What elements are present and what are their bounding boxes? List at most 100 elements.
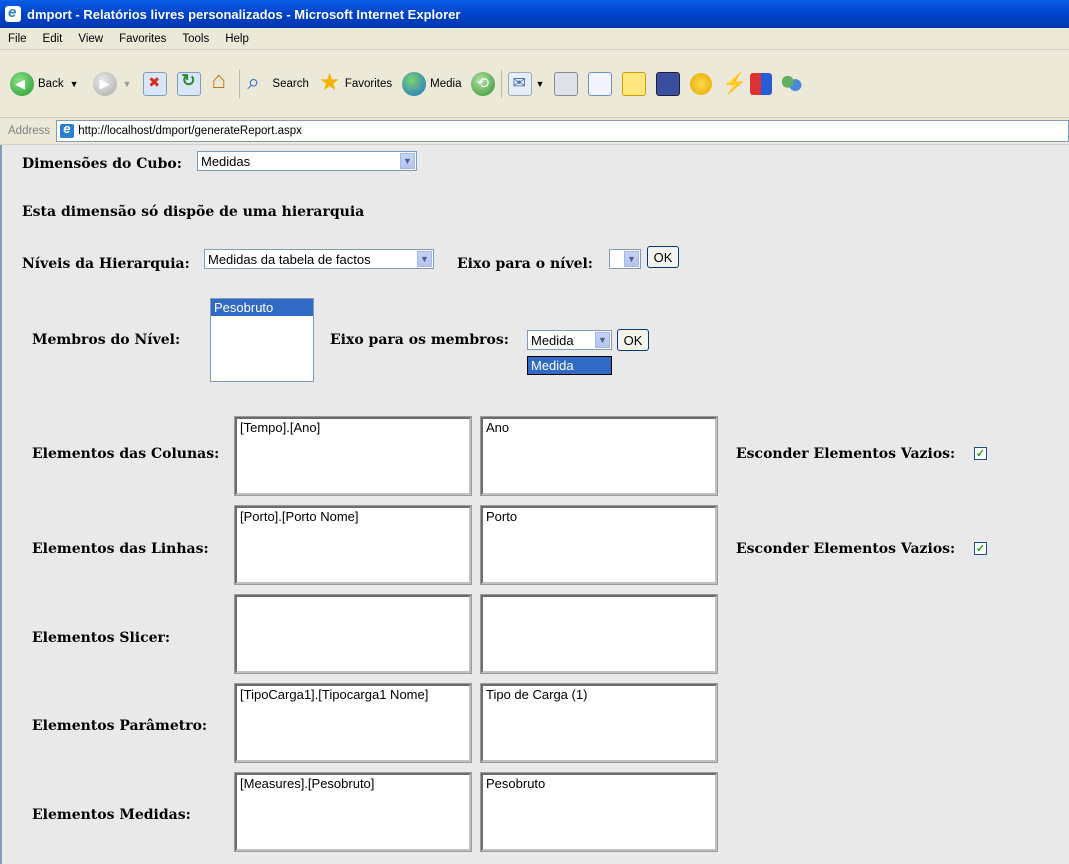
address-input[interactable]: http://localhost/dmport/generateReport.a… — [56, 120, 1069, 142]
ok-nivel-button[interactable]: OK — [647, 246, 679, 268]
ie-icon — [5, 4, 21, 22]
medidas-caption-textarea[interactable]: Pesobruto — [480, 772, 718, 852]
forward-button[interactable]: ▼ — [92, 64, 132, 104]
note-icon — [622, 71, 647, 96]
favorites-button[interactable]: Favorites — [319, 64, 392, 104]
mail-icon — [508, 71, 533, 96]
edit-button[interactable] — [588, 64, 613, 104]
menu-view[interactable]: View — [70, 33, 111, 45]
address-url: http://localhost/dmport/generateReport.a… — [78, 125, 302, 137]
back-button[interactable]: Back ▼ — [10, 64, 79, 104]
dimensoes-select-value: Medidas — [201, 153, 251, 169]
people-icon — [780, 72, 803, 95]
colunas-dimension-textarea[interactable]: [Tempo].[Ano] — [234, 416, 472, 496]
dropdown-option[interactable]: Medida — [528, 357, 611, 374]
lightning-icon — [720, 71, 747, 96]
hierarchy-info-text: Esta dimensão só dispõe de uma hierarqui… — [22, 204, 365, 220]
chevron-down-icon: ▼ — [400, 153, 415, 169]
chevron-down-icon[interactable]: ▼ — [70, 79, 79, 89]
window-title-bar: dmport - Relatórios livres personalizado… — [0, 0, 1069, 28]
linhas-caption-textarea[interactable]: Porto — [480, 505, 718, 585]
search-button[interactable]: Search — [246, 64, 308, 104]
niveis-select[interactable]: Medidas da tabela de factos ▼ — [204, 249, 434, 269]
list-item[interactable]: Pesobruto — [211, 299, 313, 316]
eixo-membros-select-value: Medida — [531, 332, 574, 348]
menu-bar: File Edit View Favorites Tools Help — [0, 28, 1069, 50]
messenger-button[interactable] — [656, 64, 681, 104]
history-icon — [471, 71, 496, 96]
linhas-dimension-textarea[interactable]: [Porto].[Porto Nome] — [234, 505, 472, 585]
print-button[interactable] — [554, 64, 579, 104]
colunas-caption-textarea[interactable]: Ano — [480, 416, 718, 496]
membros-listbox[interactable]: Pesobruto — [210, 298, 314, 382]
bolt-button[interactable] — [720, 64, 747, 104]
refresh-icon — [177, 71, 202, 96]
printer-icon — [554, 71, 579, 96]
toolbar: Back ▼ ▼ Search Favorites Media ▼ — [0, 50, 1069, 118]
people-button[interactable] — [780, 64, 803, 104]
messenger-icon — [656, 71, 681, 96]
parametro-caption-textarea[interactable]: Tipo de Carga (1) — [480, 683, 718, 763]
refresh-button[interactable] — [177, 64, 202, 104]
address-label: Address — [8, 125, 51, 137]
linhas-label: Elementos das Linhas: — [32, 541, 209, 557]
search-icon — [246, 69, 268, 95]
eixo-nivel-select[interactable]: ▼ — [609, 249, 641, 269]
home-button[interactable] — [211, 64, 233, 104]
medidas-label: Elementos Medidas: — [32, 807, 191, 823]
chevron-down-icon[interactable]: ▼ — [123, 79, 132, 89]
discuss-button[interactable] — [622, 64, 647, 104]
slicer-dimension-textarea[interactable] — [234, 594, 472, 674]
colunas-hide-empty-label: Esconder Elementos Vazios: — [736, 446, 956, 462]
slicer-caption-textarea[interactable] — [480, 594, 718, 674]
history-button[interactable] — [471, 64, 496, 104]
medidas-dimension-textarea[interactable]: [Measures].[Pesobruto] — [234, 772, 472, 852]
toolbar-separator — [501, 69, 503, 98]
linhas-hide-empty-label: Esconder Elementos Vazios: — [736, 541, 956, 557]
yahoo-button[interactable] — [690, 64, 713, 104]
eixo-membros-label: Eixo para os membros: — [330, 332, 509, 348]
address-bar: Address http://localhost/dmport/generate… — [0, 118, 1069, 145]
dimensoes-select[interactable]: Medidas ▼ — [197, 151, 417, 171]
slicer-label: Elementos Slicer: — [32, 630, 171, 646]
mail-button[interactable]: ▼ — [508, 64, 544, 104]
media-button[interactable]: Media — [402, 64, 461, 104]
parametro-dimension-textarea[interactable]: [TipoCarga1].[Tipocarga1 Nome] — [234, 683, 472, 763]
card-icon — [750, 72, 773, 95]
menu-favorites[interactable]: Favorites — [111, 33, 174, 45]
window-title: dmport - Relatórios livres personalizado… — [27, 6, 461, 22]
eixo-membros-dropdown[interactable]: Medida — [527, 356, 612, 375]
dimensoes-label: Dimensões do Cubo: — [22, 156, 182, 172]
card-button[interactable] — [750, 64, 773, 104]
menu-help[interactable]: Help — [217, 33, 257, 45]
stop-button[interactable] — [143, 64, 168, 104]
niveis-select-value: Medidas da tabela de factos — [208, 251, 371, 267]
media-icon — [402, 71, 427, 96]
page-content: Dimensões do Cubo: Medidas ▼ Esta dimens… — [0, 145, 1069, 864]
eixo-membros-select[interactable]: Medida ▼ — [527, 330, 612, 350]
colunas-hide-empty-checkbox[interactable]: ✓ — [974, 447, 987, 460]
page-icon — [60, 121, 75, 138]
back-arrow-icon — [10, 71, 34, 96]
star-icon — [319, 68, 341, 97]
menu-edit[interactable]: Edit — [35, 33, 71, 45]
parametro-label: Elementos Parâmetro: — [32, 718, 208, 734]
colunas-label: Elementos das Colunas: — [32, 446, 220, 462]
chevron-down-icon[interactable]: ▼ — [535, 79, 544, 89]
smiley-icon — [690, 72, 713, 95]
chevron-down-icon: ▼ — [417, 251, 432, 267]
home-icon — [211, 67, 233, 95]
toolbar-separator — [239, 69, 241, 98]
stop-icon — [143, 71, 168, 96]
linhas-hide-empty-checkbox[interactable]: ✓ — [974, 542, 987, 555]
chevron-down-icon: ▼ — [624, 251, 639, 267]
chevron-down-icon: ▼ — [595, 332, 610, 348]
menu-tools[interactable]: Tools — [174, 33, 217, 45]
membros-label: Membros do Nível: — [32, 332, 181, 348]
forward-arrow-icon — [92, 71, 117, 96]
niveis-label: Níveis da Hierarquia: — [22, 256, 190, 272]
menu-file[interactable]: File — [0, 33, 35, 45]
ok-membros-button[interactable]: OK — [617, 329, 649, 351]
edit-icon — [588, 71, 613, 96]
eixo-nivel-label: Eixo para o nível: — [457, 256, 593, 272]
